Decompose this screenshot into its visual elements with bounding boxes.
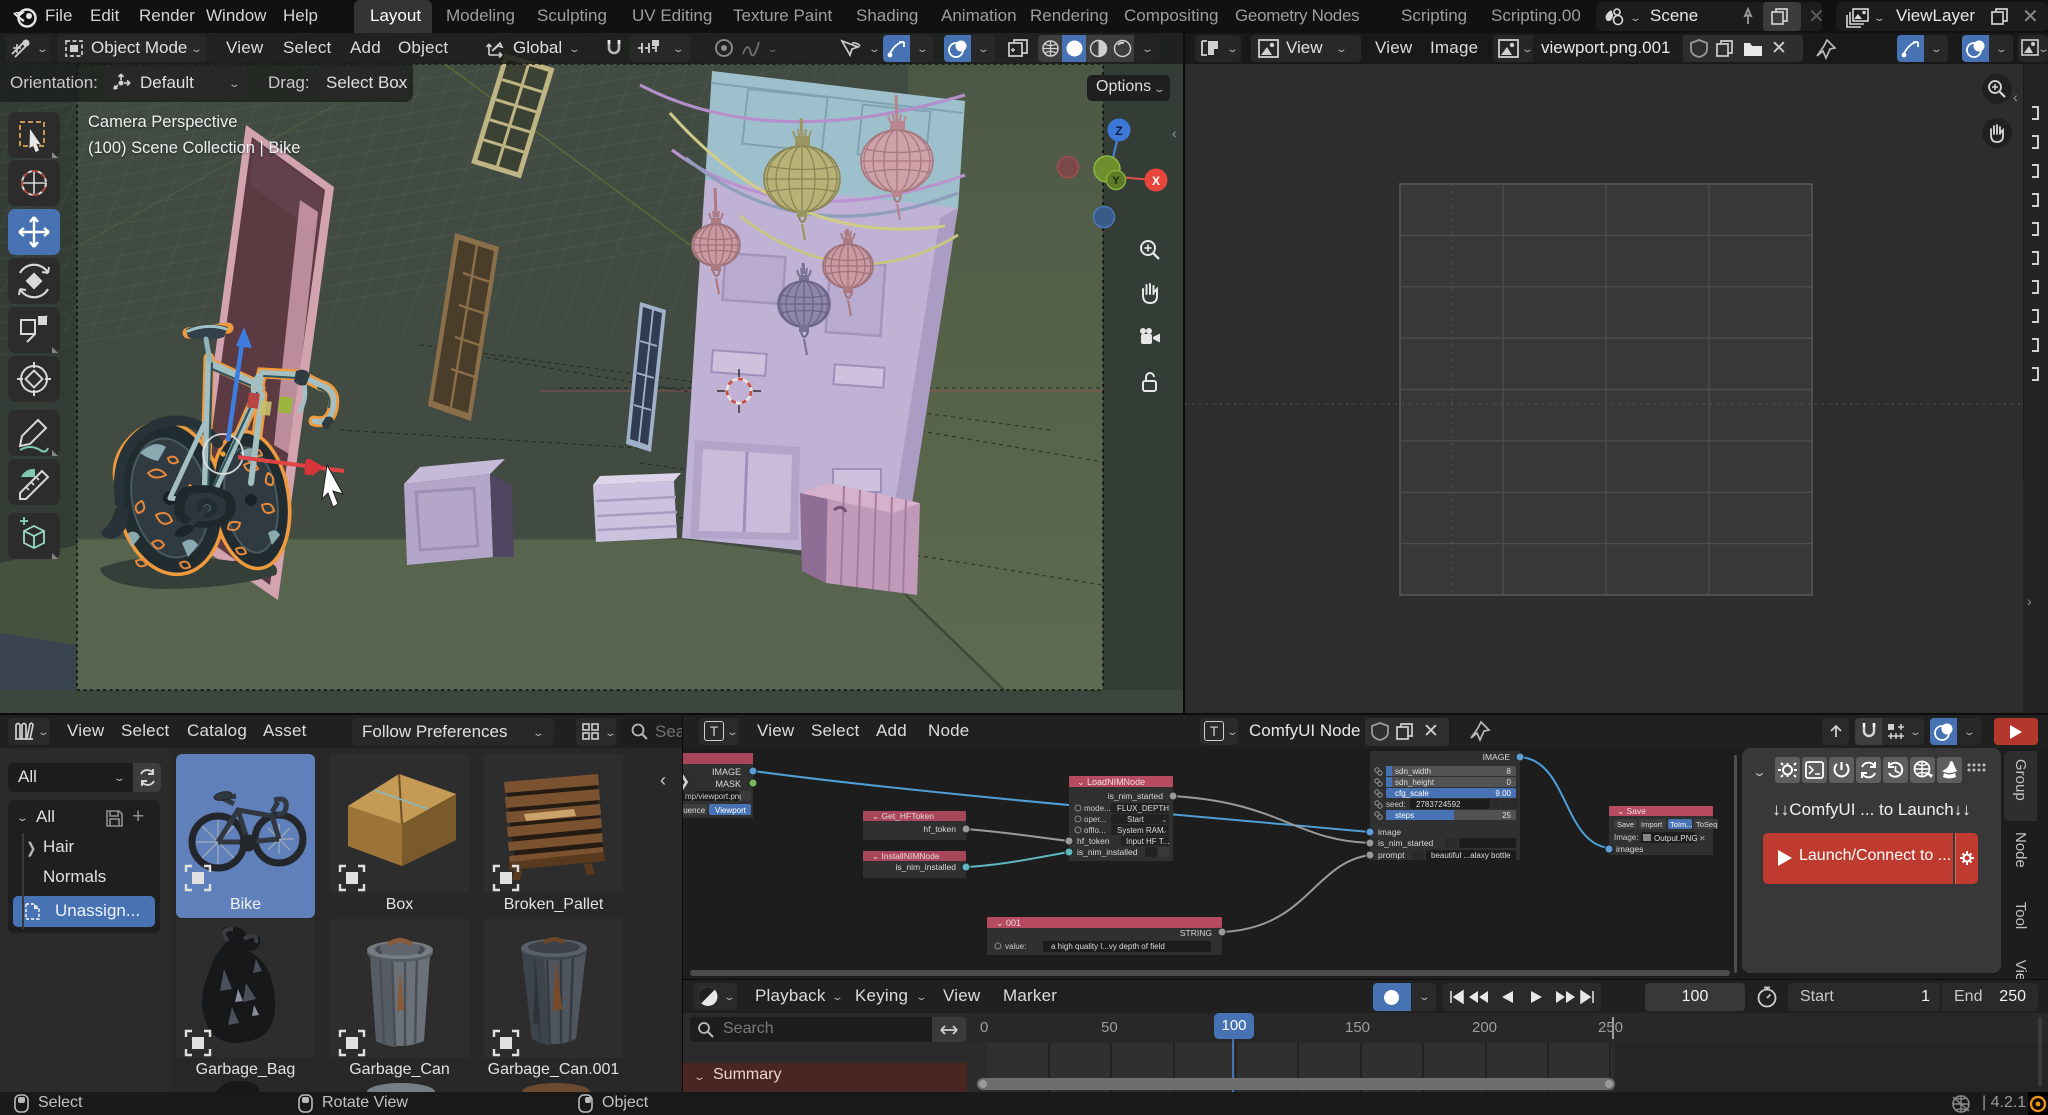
svg-text:Start: Start xyxy=(1127,815,1145,824)
svg-text:oper...: oper... xyxy=(1084,815,1106,824)
svg-text:Y: Y xyxy=(1112,175,1120,187)
svg-text:is_nim_started: is_nim_started xyxy=(1108,791,1164,801)
svg-text:X: X xyxy=(1152,174,1160,188)
svg-text:beautiful ...alaxy bottle: beautiful ...alaxy bottle xyxy=(1431,851,1511,860)
svg-text:offlo...: offlo... xyxy=(1084,826,1106,835)
svg-text:9.00: 9.00 xyxy=(1495,789,1511,798)
svg-text:Input HF T...: Input HF T... xyxy=(1126,837,1169,846)
svg-text:25: 25 xyxy=(1502,811,1511,820)
svg-text:sdn_height: sdn_height xyxy=(1395,778,1435,787)
svg-text:ToIm...: ToIm... xyxy=(1670,820,1693,829)
svg-text:value:: value: xyxy=(1005,942,1026,951)
svg-text:hf_token: hf_token xyxy=(1077,836,1110,846)
svg-text:image: image xyxy=(1378,827,1401,837)
svg-text:8: 8 xyxy=(1507,767,1512,776)
svg-text:images: images xyxy=(1616,844,1643,854)
svg-text:sdn_width: sdn_width xyxy=(1395,767,1431,776)
svg-text:seed:: seed: xyxy=(1386,800,1406,809)
svg-text:ToSeq: ToSeq xyxy=(1696,820,1717,829)
svg-text:Image:: Image: xyxy=(1614,833,1638,842)
svg-text:mode...: mode... xyxy=(1084,804,1111,813)
svg-text:IMAGE: IMAGE xyxy=(712,767,741,777)
svg-text:STRING: STRING xyxy=(1180,928,1212,938)
svg-text:⌄ 001: ⌄ 001 xyxy=(996,918,1021,928)
svg-text:Z: Z xyxy=(1115,124,1122,138)
svg-text:System RAM: System RAM xyxy=(1117,826,1164,835)
svg-text:IMAGE: IMAGE xyxy=(1483,752,1511,762)
svg-text:a high quality l...vy depth of: a high quality l...vy depth of field xyxy=(1051,942,1165,951)
svg-text:Viewport: Viewport xyxy=(715,806,747,815)
svg-text:2783724592: 2783724592 xyxy=(1416,800,1461,809)
svg-text:prompt: prompt xyxy=(1378,850,1405,860)
svg-text:⌄ Get_HFToken: ⌄ Get_HFToken xyxy=(872,811,934,821)
svg-text:⌄ LoadNIMNode: ⌄ LoadNIMNode xyxy=(1077,777,1145,787)
svg-text:⌄: ⌄ xyxy=(1161,826,1168,835)
svg-text:⌄ Save: ⌄ Save xyxy=(1617,806,1646,816)
svg-text:is_nim_installed: is_nim_installed xyxy=(896,862,957,872)
svg-text:✕: ✕ xyxy=(1699,834,1706,843)
svg-text:Save: Save xyxy=(1617,820,1634,829)
svg-text:steps: steps xyxy=(1395,811,1414,820)
svg-text:hf_token: hf_token xyxy=(923,824,956,834)
svg-text:⌄ InstallNIMNode: ⌄ InstallNIMNode xyxy=(872,851,940,861)
svg-text:Output.PNG: Output.PNG xyxy=(1654,834,1698,843)
svg-text:is_nim_started: is_nim_started xyxy=(1378,838,1434,848)
svg-text:0: 0 xyxy=(1507,778,1512,787)
svg-text:cfg_scale: cfg_scale xyxy=(1395,789,1429,798)
svg-text:Sequence: Sequence xyxy=(683,806,706,815)
svg-text:⌄: ⌄ xyxy=(1161,815,1168,824)
svg-text:is_nim_installed: is_nim_installed xyxy=(1077,847,1138,857)
svg-text:⌄: ⌄ xyxy=(1161,804,1168,813)
svg-text:Import: Import xyxy=(1641,820,1663,829)
svg-text:MASK: MASK xyxy=(715,779,741,789)
